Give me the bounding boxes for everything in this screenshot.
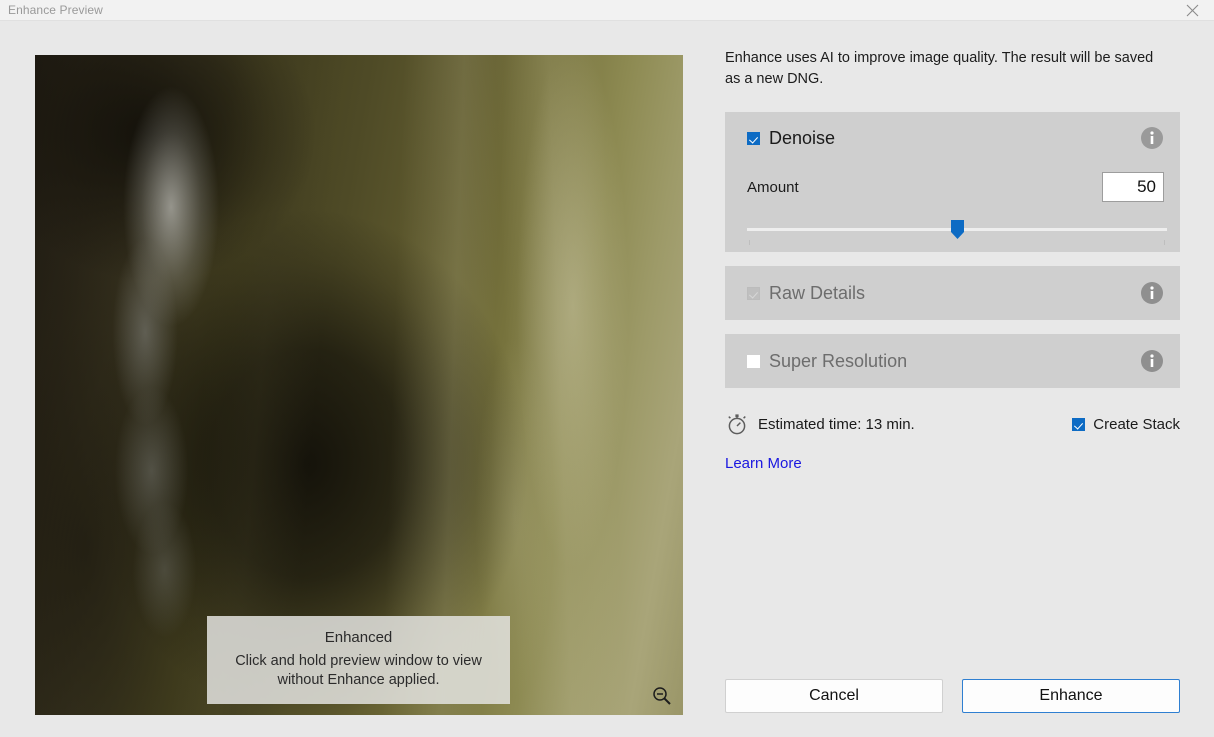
option-card-denoise: Denoise Amount 50 bbox=[725, 112, 1180, 252]
intro-text: Enhance uses AI to improve image quality… bbox=[725, 48, 1157, 90]
options-panel: Enhance uses AI to improve image quality… bbox=[725, 48, 1180, 473]
info-icon-glyph bbox=[1140, 281, 1164, 305]
info-icon-glyph bbox=[1140, 126, 1164, 150]
raw-details-label: Raw Details bbox=[769, 282, 865, 304]
super-resolution-label: Super Resolution bbox=[769, 350, 907, 372]
denoise-header-row: Denoise bbox=[747, 126, 1164, 150]
slider-tick-max bbox=[1164, 240, 1165, 245]
create-stack-group: Create Stack bbox=[1072, 416, 1180, 433]
close-icon bbox=[1186, 4, 1199, 17]
cancel-button[interactable]: Cancel bbox=[725, 679, 943, 713]
amount-slider[interactable] bbox=[747, 218, 1167, 244]
denoise-checkbox[interactable] bbox=[747, 132, 760, 145]
create-stack-label: Create Stack bbox=[1093, 416, 1180, 433]
slider-handle-glyph bbox=[951, 220, 964, 239]
denoise-amount-row: Amount 50 bbox=[747, 172, 1164, 202]
estimated-time-label: Estimated time: 13 min. bbox=[758, 416, 915, 433]
enhance-button[interactable]: Enhance bbox=[962, 679, 1180, 713]
slider-handle[interactable] bbox=[951, 220, 964, 239]
preview-caption-body: Click and hold preview window to view wi… bbox=[217, 652, 500, 690]
denoise-label: Denoise bbox=[769, 127, 835, 149]
status-row: Estimated time: 13 min. Create Stack bbox=[725, 412, 1180, 436]
preview-image[interactable]: Enhanced Click and hold preview window t… bbox=[35, 55, 683, 715]
title-bar: Enhance Preview bbox=[0, 0, 1214, 21]
option-card-raw-details: Raw Details bbox=[725, 266, 1180, 320]
stopwatch-icon bbox=[725, 412, 749, 436]
preview-caption-title: Enhanced bbox=[217, 628, 500, 648]
super-resolution-header-row: Super Resolution bbox=[747, 349, 1164, 373]
info-icon-glyph bbox=[1140, 349, 1164, 373]
close-button[interactable] bbox=[1170, 0, 1214, 20]
raw-details-info-icon[interactable] bbox=[1140, 281, 1164, 305]
preview-caption: Enhanced Click and hold preview window t… bbox=[207, 616, 510, 704]
window-title: Enhance Preview bbox=[8, 2, 103, 18]
zoom-out-icon[interactable] bbox=[651, 685, 673, 707]
raw-details-checkbox[interactable] bbox=[747, 287, 760, 300]
zoom-out-glyph bbox=[651, 685, 673, 707]
denoise-info-icon[interactable] bbox=[1140, 126, 1164, 150]
stopwatch-glyph bbox=[725, 412, 749, 436]
super-resolution-info-icon[interactable] bbox=[1140, 349, 1164, 373]
slider-tick-min bbox=[749, 240, 750, 245]
dialog-footer: Cancel Enhance bbox=[725, 679, 1180, 713]
amount-value-input[interactable]: 50 bbox=[1102, 172, 1164, 202]
option-card-super-resolution: Super Resolution bbox=[725, 334, 1180, 388]
learn-more-link[interactable]: Learn More bbox=[725, 455, 802, 472]
amount-label: Amount bbox=[747, 179, 799, 196]
create-stack-checkbox[interactable] bbox=[1072, 418, 1085, 431]
raw-details-header-row: Raw Details bbox=[747, 281, 1164, 305]
super-resolution-checkbox[interactable] bbox=[747, 355, 760, 368]
